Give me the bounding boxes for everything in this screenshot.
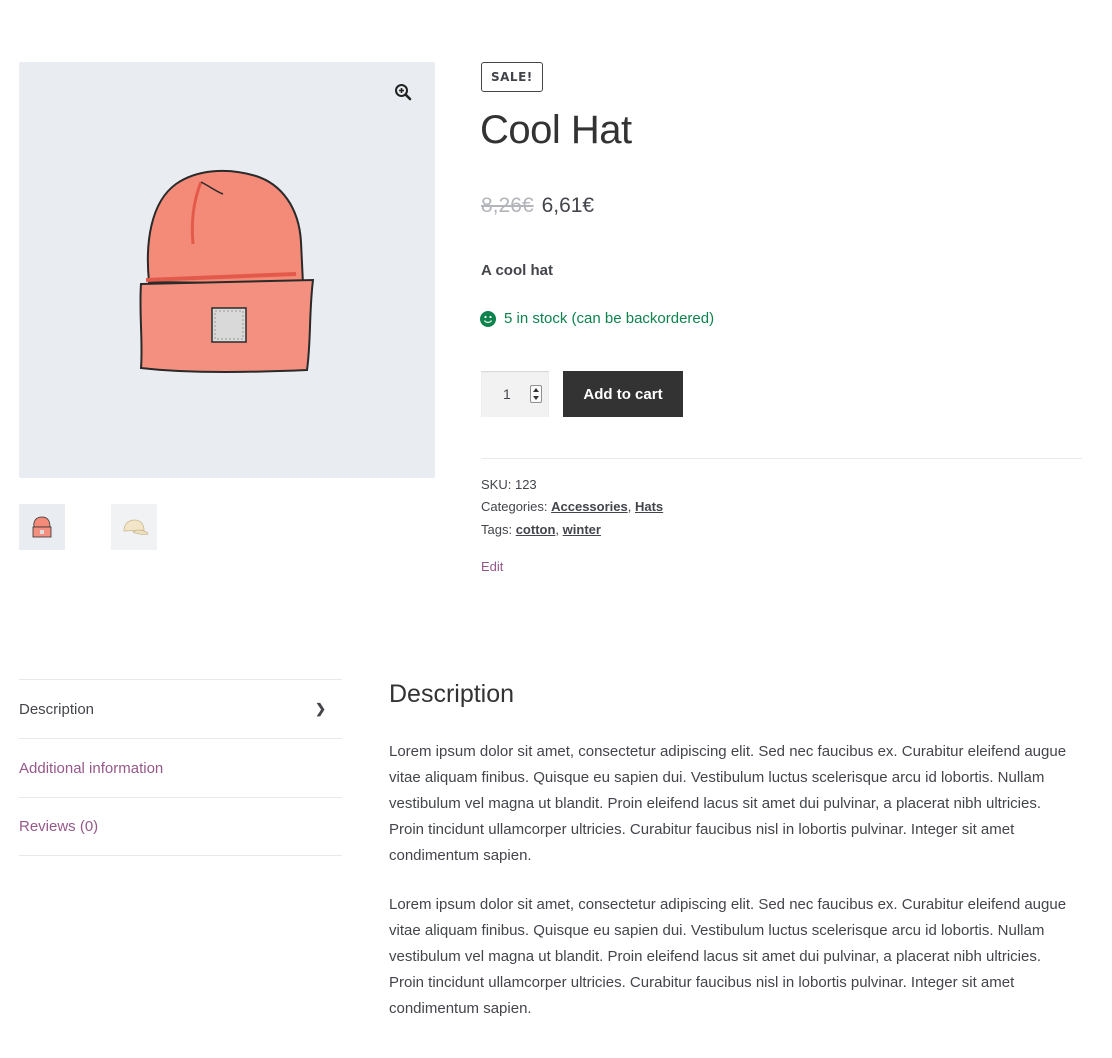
description-paragraph: Lorem ipsum dolor sit amet, consectetur … bbox=[389, 896, 1067, 1017]
quantity-input[interactable]: 1 bbox=[481, 371, 549, 417]
quantity-stepper[interactable] bbox=[530, 385, 542, 403]
description-panel: Description Lorem ipsum dolor sit amet, … bbox=[389, 680, 1079, 1045]
smiley-icon bbox=[480, 310, 496, 327]
panel-title: Description bbox=[389, 680, 515, 708]
stock-text: 5 in stock (can be backordered) bbox=[504, 310, 715, 327]
thumbnail-cap[interactable] bbox=[111, 504, 157, 550]
product-title: Cool Hat bbox=[480, 108, 632, 152]
zoom-in-icon[interactable] bbox=[389, 78, 417, 106]
regular-price: 8,26€ bbox=[481, 194, 534, 217]
tab-reviews[interactable]: Reviews (0) bbox=[19, 797, 342, 856]
description-paragraph: Lorem ipsum dolor sit amet, consectetur … bbox=[389, 743, 1067, 864]
decrement-arrow-icon[interactable] bbox=[533, 396, 539, 400]
categories-line: Categories: Accessories, Hats bbox=[481, 499, 664, 514]
tag-link-winter[interactable]: winter bbox=[563, 522, 601, 537]
tab-description[interactable]: Description ❯ bbox=[19, 679, 342, 738]
sku-value: 123 bbox=[514, 477, 537, 492]
sku-line: SKU: 123 bbox=[481, 477, 537, 492]
stock-status: 5 in stock (can be backordered) bbox=[480, 310, 714, 327]
divider bbox=[481, 458, 1082, 459]
product-main-image[interactable] bbox=[19, 62, 435, 478]
short-description: A cool hat bbox=[481, 262, 553, 279]
sale-badge: SALE! bbox=[481, 62, 543, 92]
tag-link-cotton[interactable]: cotton bbox=[516, 522, 556, 537]
tags-line: Tags: cotton, winter bbox=[481, 522, 601, 537]
beanie-hat-illustration bbox=[139, 169, 315, 373]
thumbnail-beanie[interactable] bbox=[19, 504, 65, 550]
product-tabs: Description ❯ Additional information Rev… bbox=[19, 679, 342, 856]
sale-price: 6,61€ bbox=[541, 194, 595, 217]
category-link-accessories[interactable]: Accessories bbox=[551, 499, 628, 514]
edit-link[interactable]: Edit bbox=[481, 559, 503, 574]
quantity-value: 1 bbox=[503, 386, 511, 402]
price: 8,26€ 6,61€ bbox=[481, 194, 594, 218]
increment-arrow-icon[interactable] bbox=[533, 388, 539, 392]
category-link-hats[interactable]: Hats bbox=[635, 499, 663, 514]
add-to-cart-button[interactable]: Add to cart bbox=[563, 371, 683, 417]
tab-additional-information[interactable]: Additional information bbox=[19, 738, 342, 797]
chevron-right-icon: ❯ bbox=[315, 701, 326, 716]
